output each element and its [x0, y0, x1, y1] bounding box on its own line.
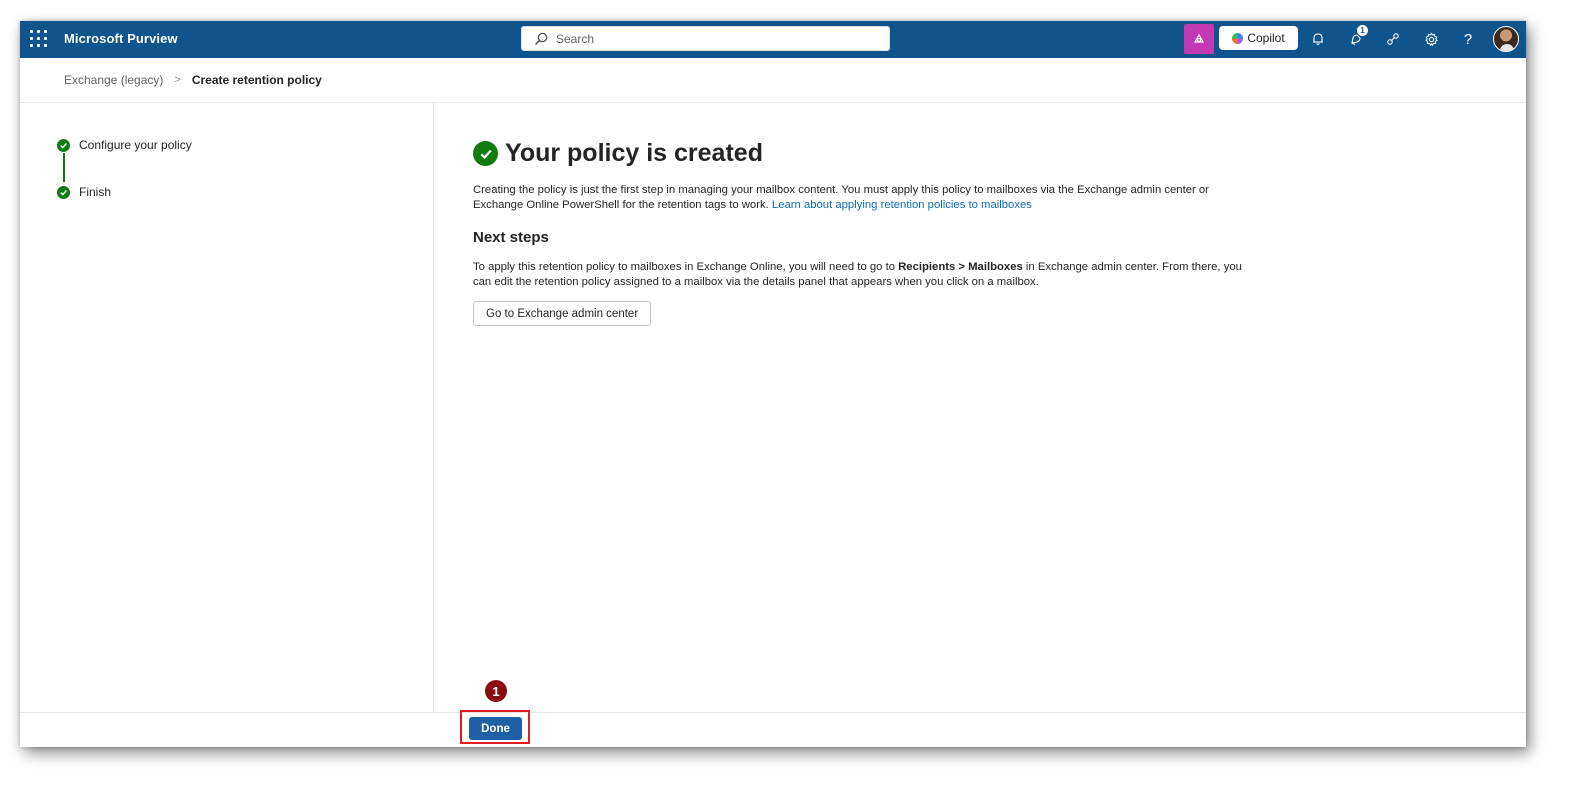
app-launcher-icon[interactable]	[30, 30, 48, 48]
top-bar: Microsoft Purview Copilot	[20, 21, 1526, 58]
user-avatar[interactable]	[1493, 26, 1519, 52]
learn-more-link[interactable]: Learn about applying retention policies …	[772, 199, 1032, 211]
next-steps-path: Recipients > Mailboxes	[898, 261, 1023, 273]
step-finish[interactable]: Finish	[57, 185, 111, 199]
done-button[interactable]: Done	[469, 717, 522, 740]
whats-new-icon[interactable]: 1	[1345, 25, 1368, 50]
copilot-label: Copilot	[1247, 31, 1285, 45]
help-icon[interactable]: ?	[1457, 28, 1479, 50]
page-title: Your policy is created	[505, 139, 763, 167]
title-row: Your policy is created	[473, 139, 1253, 168]
step-complete-check-icon	[57, 185, 70, 199]
next-steps-text: To apply this retention policy to mailbo…	[473, 260, 1253, 290]
breadcrumb-chevron-icon: >	[174, 74, 181, 86]
breadcrumb-current: Create retention policy	[191, 73, 322, 87]
go-to-exchange-admin-center-button[interactable]: Go to Exchange admin center	[473, 301, 652, 326]
settings-gear-icon[interactable]	[1420, 28, 1442, 50]
step-configure-policy[interactable]: Configure your policy	[57, 138, 192, 152]
connections-icon[interactable]	[1382, 28, 1404, 50]
security-copilot-button[interactable]	[1184, 24, 1214, 54]
copilot-button[interactable]: Copilot	[1219, 26, 1298, 50]
search-input[interactable]	[556, 31, 856, 46]
copilot-agent-icon	[1193, 33, 1205, 43]
next-steps-heading: Next steps	[473, 229, 549, 246]
notification-count-badge: 1	[1357, 25, 1368, 36]
step-marker-badge: 1	[485, 680, 507, 702]
breadcrumb-exchange-legacy[interactable]: Exchange (legacy)	[64, 73, 163, 87]
footer-divider	[20, 712, 1526, 713]
breadcrumb: Exchange (legacy) > Create retention pol…	[64, 73, 322, 87]
search-box[interactable]	[521, 26, 890, 51]
wizard-steps-pane: Configure your policy Finish	[20, 103, 434, 712]
purview-window: Microsoft Purview Copilot	[20, 21, 1526, 747]
next-steps-pre: To apply this retention policy to mailbo…	[473, 261, 899, 273]
success-check-icon	[473, 141, 498, 166]
step-connector	[63, 153, 65, 182]
step-label: Configure your policy	[79, 138, 192, 152]
step-label: Finish	[79, 185, 112, 199]
notifications-icon[interactable]	[1307, 28, 1329, 50]
copilot-logo-icon	[1232, 32, 1244, 44]
search-icon	[535, 32, 548, 45]
main-content: Your policy is created Creating the poli…	[473, 139, 1253, 326]
step-complete-check-icon	[57, 138, 70, 152]
intro-text: Creating the policy is just the first st…	[473, 183, 1253, 213]
app-title[interactable]: Microsoft Purview	[64, 31, 178, 46]
